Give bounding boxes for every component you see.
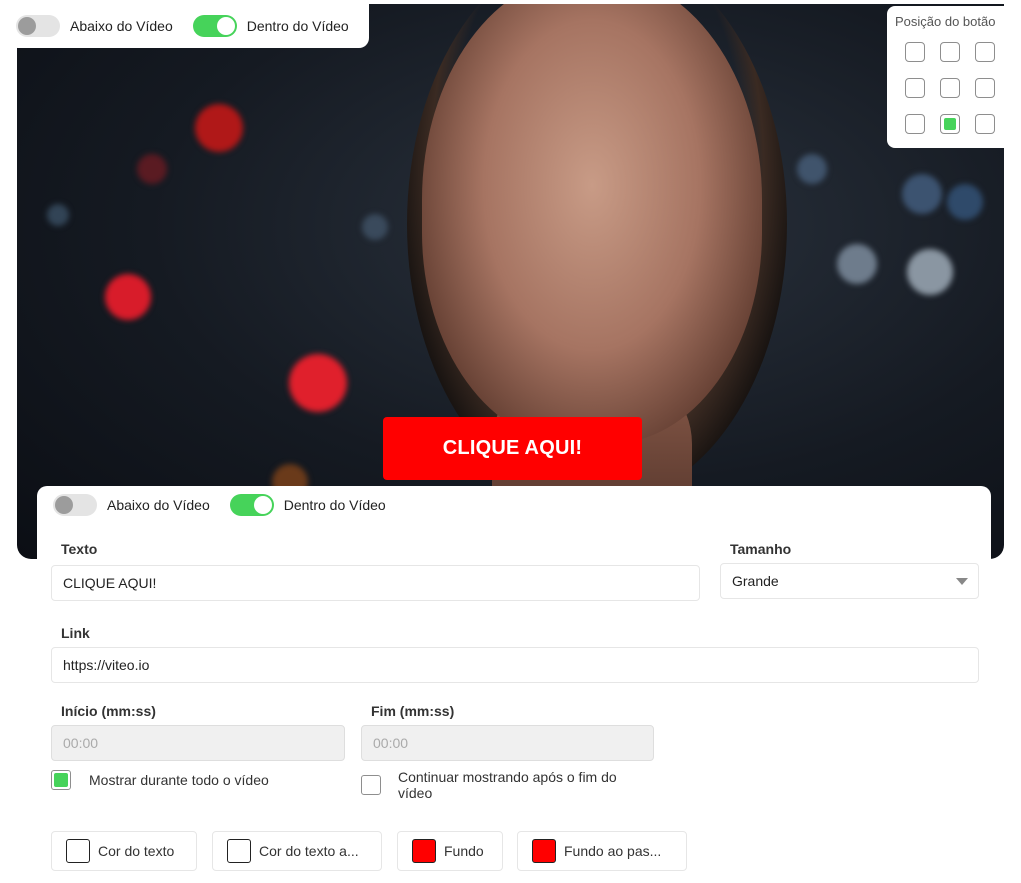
text-hover-color-button[interactable]: Cor do texto a... — [212, 831, 382, 871]
panel-placement-toggles: Abaixo do Vídeo Dentro do Vídeo — [53, 494, 386, 516]
keep-showing-label: Continuar mostrando após o fim do vídeo — [398, 769, 617, 801]
button-settings-panel: Abaixo do Vídeo Dentro do Vídeo Texto CL… — [37, 486, 991, 883]
bokeh-light — [137, 154, 167, 184]
bokeh-light — [362, 214, 388, 240]
below-video-switch[interactable] — [16, 15, 60, 37]
video-placement-toggles: Abaixo do Vídeo Dentro do Vídeo — [8, 4, 369, 48]
link-input[interactable]: https://viteo.io — [51, 647, 979, 683]
switch-knob — [216, 17, 235, 35]
size-select-value: Grande — [732, 573, 779, 589]
show-all-video-label: Mostrar durante todo o vídeo — [89, 772, 269, 788]
position-bottom-center[interactable] — [940, 114, 960, 134]
bokeh-light — [837, 244, 877, 284]
position-grid — [905, 42, 995, 134]
size-select[interactable]: Grande — [720, 563, 979, 599]
start-time-input[interactable]: 00:00 — [51, 725, 345, 761]
keep-showing-label-line1: Continuar mostrando após o fim do — [398, 769, 617, 785]
panel-toggle-inside-video[interactable]: Dentro do Vídeo — [229, 494, 386, 516]
bokeh-light — [195, 104, 243, 152]
bokeh-light — [797, 154, 827, 184]
background-color-label: Fundo — [444, 843, 484, 859]
panel-inside-video-switch[interactable] — [229, 494, 274, 516]
keep-showing-label-line2: vídeo — [398, 785, 433, 801]
start-time-label: Início (mm:ss) — [61, 703, 156, 719]
bokeh-light — [105, 274, 151, 320]
size-field-label: Tamanho — [730, 541, 792, 557]
position-middle-center[interactable] — [940, 78, 960, 98]
panel-toggle-below-video[interactable]: Abaixo do Vídeo — [53, 494, 210, 516]
toggle-inside-video[interactable]: Dentro do Vídeo — [192, 15, 349, 37]
text-color-button[interactable]: Cor do texto — [51, 831, 197, 871]
text-hover-color-swatch — [227, 839, 251, 863]
position-middle-right[interactable] — [975, 78, 995, 98]
panel-below-video-label: Abaixo do Vídeo — [107, 497, 210, 513]
button-position-picker: Posição do botão — [887, 6, 1009, 148]
background-hover-color-swatch — [532, 839, 556, 863]
text-field-label: Texto — [61, 541, 98, 557]
position-picker-title: Posição do botão — [895, 14, 996, 29]
link-field-label: Link — [61, 625, 90, 641]
text-input[interactable]: CLIQUE AQUI! — [51, 565, 700, 601]
below-video-label: Abaixo do Vídeo — [70, 18, 173, 34]
keep-showing-checkbox[interactable] — [361, 775, 381, 795]
preview-cta-button[interactable]: CLIQUE AQUI! — [383, 417, 642, 480]
position-middle-left[interactable] — [905, 78, 925, 98]
switch-knob — [18, 17, 36, 35]
position-top-right[interactable] — [975, 42, 995, 62]
bokeh-light — [947, 184, 983, 220]
position-top-center[interactable] — [940, 42, 960, 62]
end-time-input[interactable]: 00:00 — [361, 725, 654, 761]
video-preview[interactable]: CLIQUE AQUI! — [17, 4, 1004, 559]
panel-below-video-switch[interactable] — [53, 494, 97, 516]
toggle-below-video[interactable]: Abaixo do Vídeo — [16, 15, 173, 37]
show-all-video-checkbox[interactable] — [51, 770, 71, 790]
text-hover-color-label: Cor do texto a... — [259, 843, 359, 859]
end-time-label: Fim (mm:ss) — [371, 703, 455, 719]
text-color-label: Cor do texto — [98, 843, 175, 859]
switch-knob — [55, 496, 73, 514]
position-bottom-left[interactable] — [905, 114, 925, 134]
person-face — [422, 4, 762, 444]
position-top-left[interactable] — [905, 42, 925, 62]
background-color-button[interactable]: Fundo — [397, 831, 503, 871]
bokeh-light — [907, 249, 953, 295]
position-bottom-right[interactable] — [975, 114, 995, 134]
bokeh-light — [902, 174, 942, 214]
panel-inside-video-label: Dentro do Vídeo — [283, 497, 386, 513]
background-hover-color-label: Fundo ao pas... — [564, 843, 662, 859]
bokeh-light — [47, 204, 69, 226]
inside-video-label: Dentro do Vídeo — [246, 18, 349, 34]
inside-video-switch[interactable] — [192, 15, 237, 37]
text-color-swatch — [66, 839, 90, 863]
chevron-down-icon — [956, 578, 968, 585]
background-color-swatch — [412, 839, 436, 863]
switch-knob — [253, 496, 272, 514]
background-hover-color-button[interactable]: Fundo ao pas... — [517, 831, 687, 871]
bokeh-light — [289, 354, 347, 412]
